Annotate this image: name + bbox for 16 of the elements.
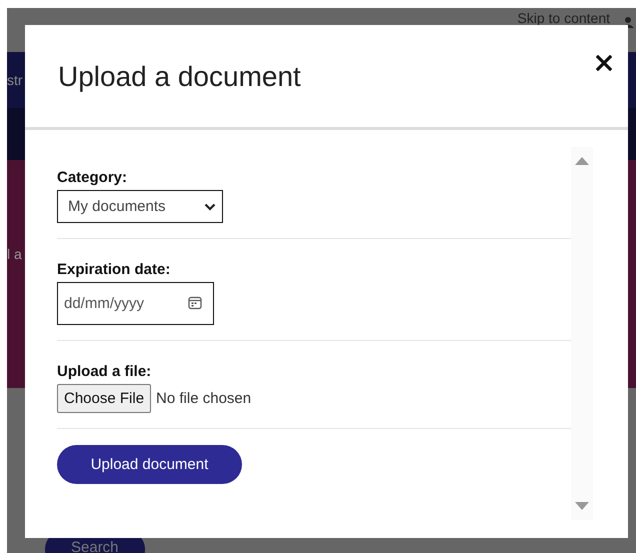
file-status: No file chosen xyxy=(156,390,252,407)
chevron-icon xyxy=(204,202,216,210)
banner-text: l a xyxy=(7,246,22,262)
nav-text: str xyxy=(7,72,23,88)
field-label: Expiration date: xyxy=(57,261,172,278)
choose-file-button[interactable]: Choose File xyxy=(57,384,152,413)
field-label: Category: xyxy=(57,169,128,186)
date-field[interactable]: dd/mm/yyyy xyxy=(57,282,214,325)
field-label: Upload a file: xyxy=(57,363,152,380)
scroll-down-icon[interactable] xyxy=(575,502,589,510)
category-dropdown[interactable]: My documents xyxy=(57,190,223,223)
close-icon[interactable] xyxy=(596,55,612,71)
upload-button[interactable]: Upload document xyxy=(57,445,242,484)
calendar-icon xyxy=(188,296,202,310)
scroll-up-icon[interactable] xyxy=(575,157,589,165)
dialog-title: Upload a document xyxy=(58,61,301,93)
